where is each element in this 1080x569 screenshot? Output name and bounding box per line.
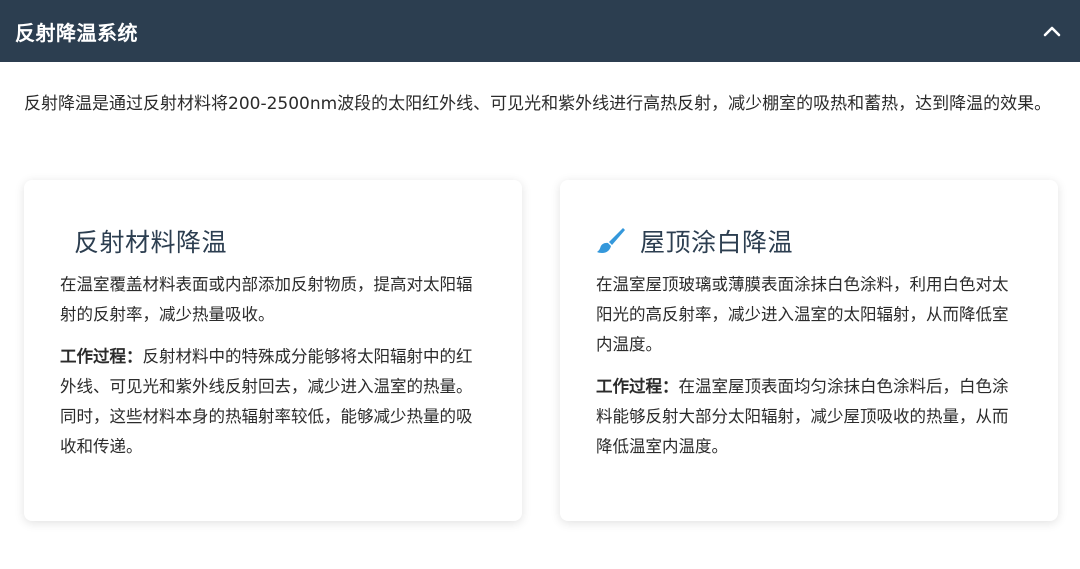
intro-paragraph: 反射降温是通过反射材料将200-2500nm波段的太阳红外线、可见光和紫外线进行…	[24, 94, 1052, 114]
card-process: 工作过程：反射材料中的特殊成分能够将太阳辐射中的红外线、可见光和紫外线反射回去，…	[60, 342, 480, 462]
card-title: 屋顶涂白降温	[640, 228, 794, 257]
section-header[interactable]: 反射降温系统	[0, 0, 1080, 62]
paint-brush-icon	[596, 226, 626, 256]
card-description: 在温室屋顶玻璃或薄膜表面涂抹白色涂料，利用白色对太阳光的高反射率，减少进入温室的…	[596, 275, 1009, 354]
card-description: 在温室覆盖材料表面或内部添加反射物质，提高对太阳辐射的反射率，减少热量吸收。	[60, 275, 473, 324]
card-roof-whitewash: 屋顶涂白降温 在温室屋顶玻璃或薄膜表面涂抹白色涂料，利用白色对太阳光的高反射率，…	[560, 180, 1058, 521]
card-title: 反射材料降温	[74, 228, 228, 257]
collapse-button[interactable]	[1038, 17, 1066, 45]
card-header: 屋顶涂白降温	[596, 224, 1022, 258]
process-label: 工作过程：	[596, 377, 679, 396]
section-title: 反射降温系统	[15, 20, 138, 45]
card-process: 工作过程：在温室屋顶表面均匀涂抹白色涂料后，白色涂料能够反射大部分太阳辐射，减少…	[596, 372, 1016, 462]
process-label: 工作过程：	[60, 347, 143, 366]
card-reflective-material: 反射材料降温 在温室覆盖材料表面或内部添加反射物质，提高对太阳辐射的反射率，减少…	[24, 180, 522, 521]
chevron-up-icon	[1043, 26, 1061, 37]
card-header: 反射材料降温	[60, 224, 486, 258]
